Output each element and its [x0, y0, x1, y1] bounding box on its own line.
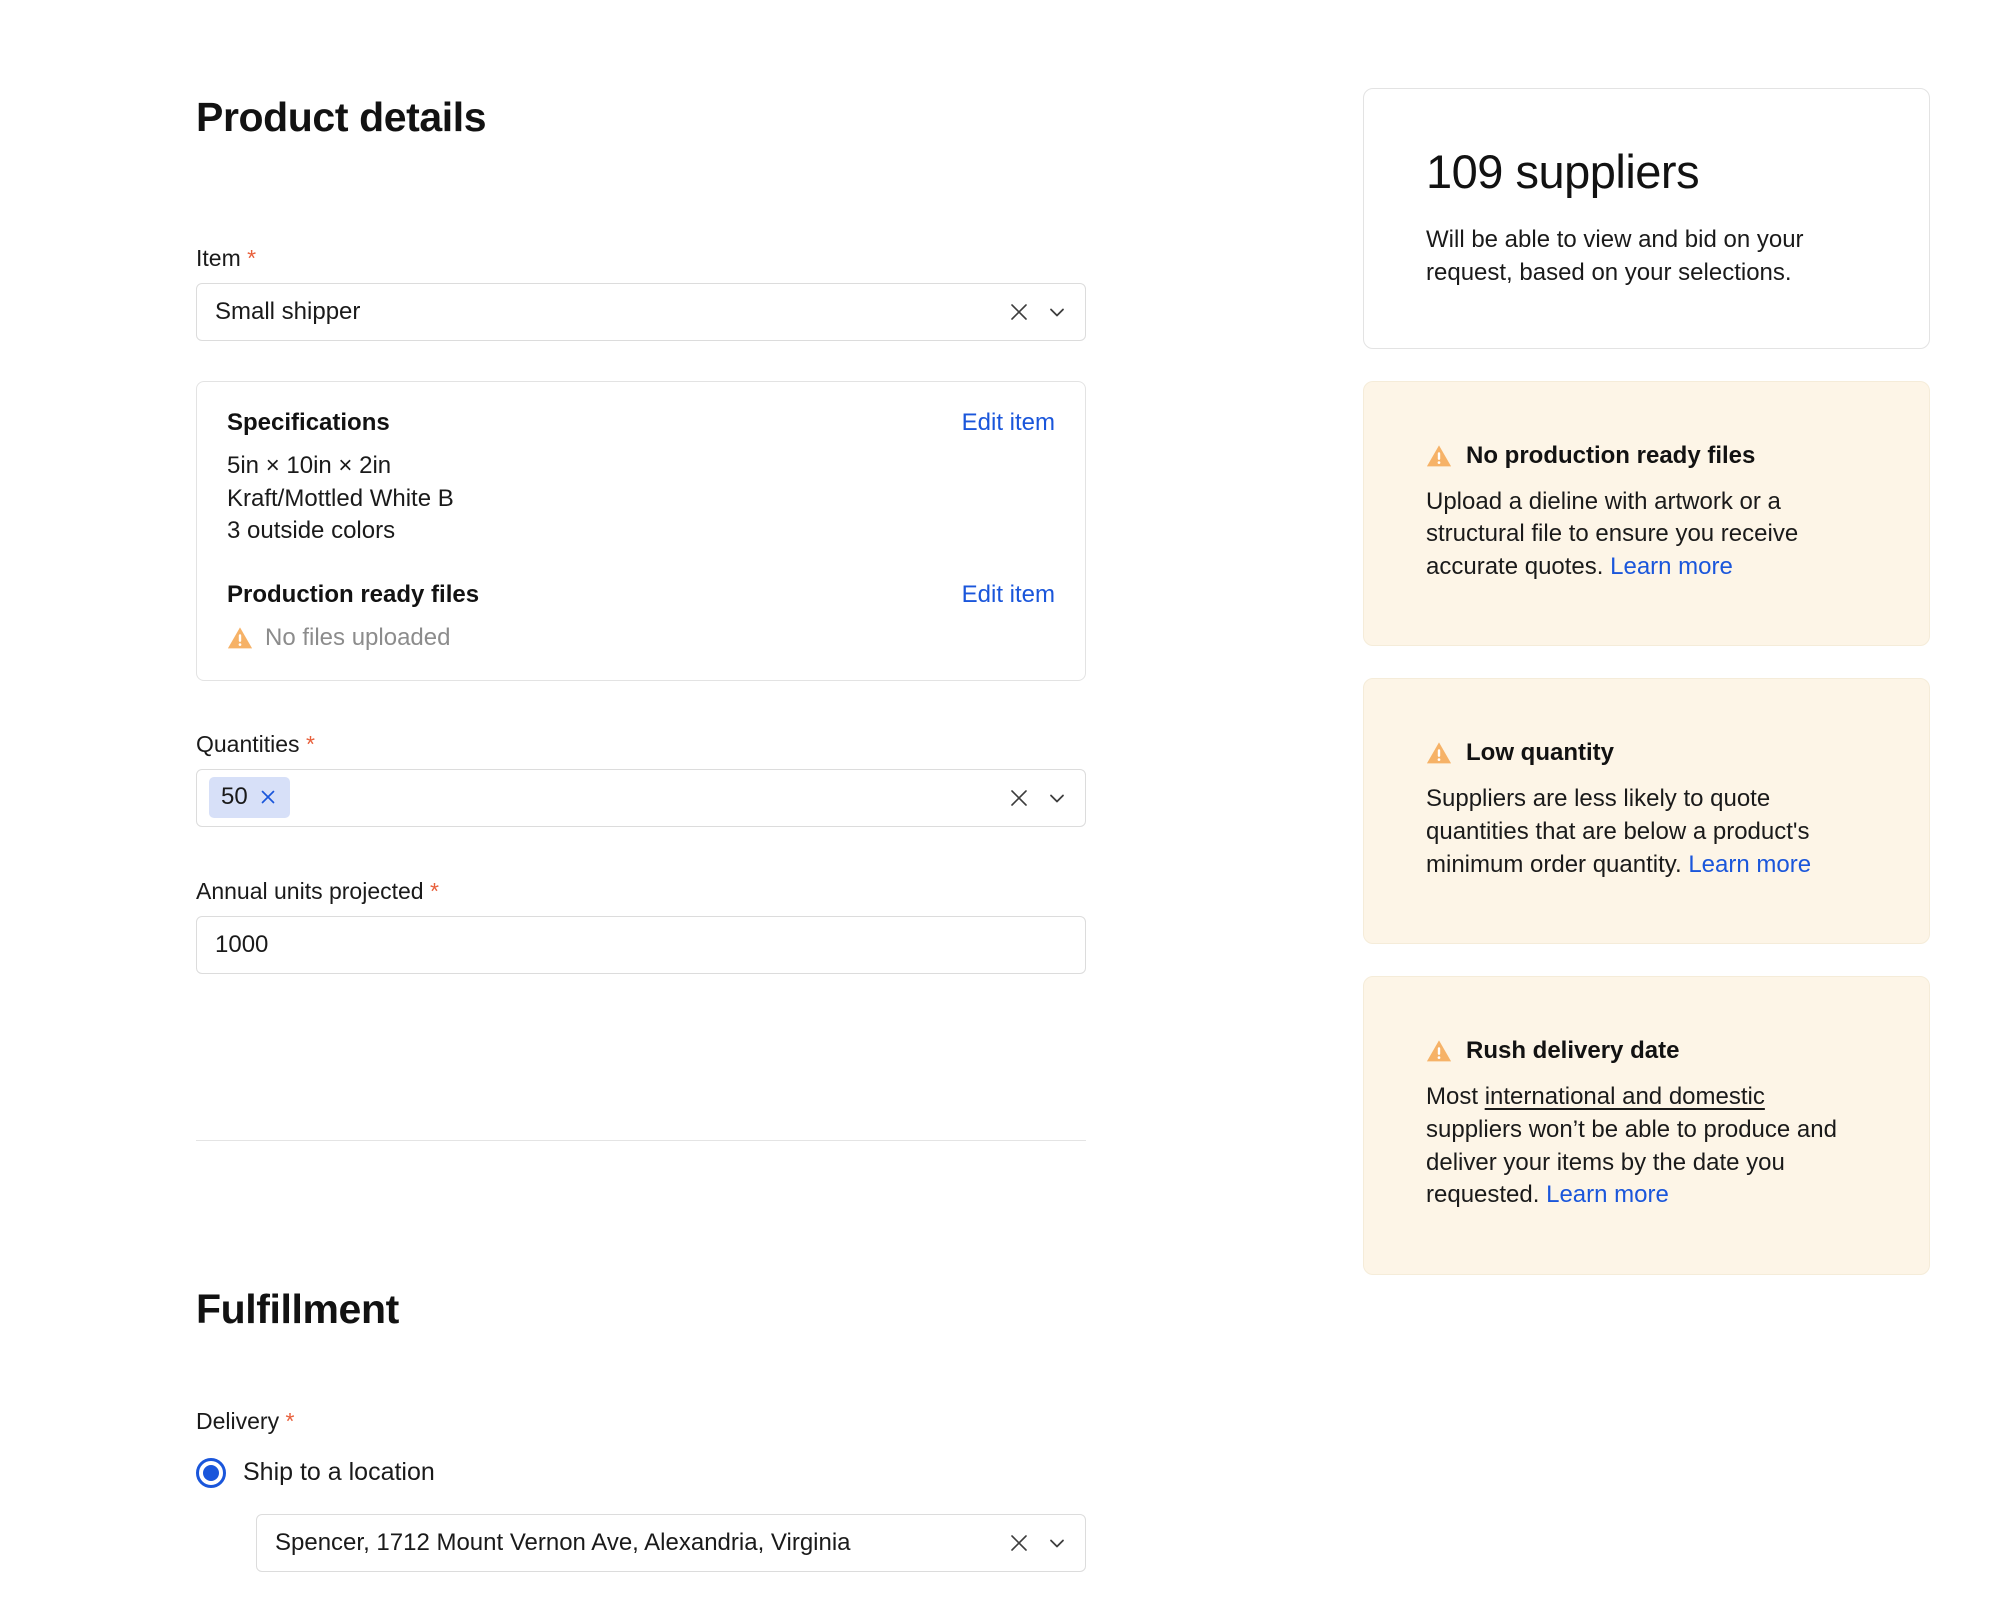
annual-units-field-group: Annual units projected * 1000: [196, 878, 1086, 974]
warning-body: Suppliers are less likely to quote quant…: [1426, 783, 1867, 881]
quantities-multiselect[interactable]: 50: [196, 768, 1086, 827]
quantities-required-marker: *: [305, 731, 315, 757]
item-label: Item *: [196, 245, 1086, 273]
annual-units-value: 1000: [215, 930, 269, 958]
fulfillment-heading: Fulfillment: [196, 1286, 399, 1332]
annual-units-required-marker: *: [430, 878, 439, 904]
no-files-status: No files uploaded: [227, 624, 1055, 652]
radio-selected-icon[interactable]: [196, 1457, 226, 1488]
warning-body-lead: Most: [1426, 1083, 1485, 1111]
warning-card-no-production-files: No production ready files Upload a dieli…: [1363, 380, 1930, 647]
item-select[interactable]: Small shipper: [196, 282, 1086, 341]
item-select-adornments: [1007, 284, 1069, 340]
supplier-count-description: Will be able to view and bid on your req…: [1426, 226, 1804, 286]
delivery-field-group: Delivery * Ship to a location Spencer, 1…: [196, 1408, 1086, 1572]
section-divider: [196, 1140, 1086, 1141]
learn-more-link[interactable]: Learn more: [1610, 553, 1733, 580]
edit-item-specifications-link[interactable]: Edit item: [962, 408, 1055, 438]
warning-triangle-icon: [1426, 740, 1452, 766]
delivery-option-label: Ship to a location: [243, 1458, 435, 1487]
specifications-row: Specifications Edit item: [227, 408, 1055, 438]
warning-card-low-quantity: Low quantity Suppliers are less likely t…: [1363, 678, 1930, 945]
spec-card-spacer: [227, 548, 1055, 580]
item-label-text: Item: [196, 245, 241, 271]
warning-triangle-icon: [1426, 443, 1452, 469]
warning-triangle-icon: [227, 625, 253, 651]
specification-lines: 5in × 10in × 2in Kraft/Mottled White B 3…: [227, 450, 1055, 548]
item-field-group: Item * Small shipper: [196, 245, 1086, 341]
close-x-icon[interactable]: [1007, 786, 1031, 810]
quantities-field-group: Quantities * 50: [196, 731, 1086, 827]
delivery-label: Delivery *: [196, 1408, 1086, 1436]
warning-title-text: No production ready files: [1466, 441, 1756, 469]
delivery-label-text: Delivery: [196, 1408, 280, 1434]
shipping-location-value: Spencer, 1712 Mount Vernon Ave, Alexandr…: [275, 1528, 851, 1556]
delivery-option-ship-to-location[interactable]: Ship to a location: [196, 1457, 1086, 1488]
warning-title-row: No production ready files: [1426, 442, 1867, 470]
production-files-row: Production ready files Edit item: [227, 580, 1055, 610]
specifications-heading: Specifications: [227, 409, 390, 436]
item-required-marker: *: [247, 245, 257, 271]
quantities-adornments: [1007, 770, 1069, 826]
spec-line-material: Kraft/Mottled White B: [227, 484, 454, 512]
shipping-location-select[interactable]: Spencer, 1712 Mount Vernon Ave, Alexandr…: [256, 1513, 1086, 1572]
close-x-icon[interactable]: [1007, 1531, 1031, 1555]
edit-item-production-files-link[interactable]: Edit item: [962, 580, 1055, 610]
product-details-heading: Product details: [196, 94, 487, 140]
production-files-heading: Production ready files: [227, 580, 480, 608]
sidebar-column: 109 suppliers Will be able to view and b…: [1363, 88, 1930, 1275]
warning-title-text: Rush delivery date: [1466, 1037, 1680, 1065]
warning-triangle-icon: [1426, 1038, 1452, 1064]
supplier-count-value: 109 suppliers: [1426, 145, 1700, 198]
quantity-chip-value: 50: [221, 783, 248, 811]
warning-card-rush-delivery-date: Rush delivery date Most international an…: [1363, 976, 1930, 1275]
quantities-label-text: Quantities: [196, 731, 300, 757]
learn-more-link[interactable]: Learn more: [1546, 1181, 1669, 1208]
warning-body: Most international and domestic supplier…: [1426, 1081, 1867, 1212]
specifications-card: Specifications Edit item 5in × 10in × 2i…: [196, 381, 1086, 681]
quantities-label: Quantities *: [196, 731, 1086, 759]
supplier-type-tooltip-link[interactable]: international and domestic: [1485, 1083, 1765, 1110]
supplier-count-card: 109 suppliers Will be able to view and b…: [1363, 88, 1930, 349]
warning-title-row: Low quantity: [1426, 739, 1867, 767]
warning-title-text: Low quantity: [1466, 739, 1614, 767]
learn-more-link[interactable]: Learn more: [1688, 851, 1811, 878]
annual-units-label: Annual units projected *: [196, 878, 1086, 906]
no-files-text: No files uploaded: [265, 623, 451, 651]
request-form-page: Product details Item * Small shipper Spe…: [0, 0, 1992, 1620]
chevron-down-icon[interactable]: [1045, 300, 1069, 324]
annual-units-input[interactable]: 1000: [196, 915, 1086, 974]
shipping-location-adornments: [1007, 1515, 1069, 1571]
chevron-down-icon[interactable]: [1045, 786, 1069, 810]
item-selected-value: Small shipper: [215, 297, 361, 325]
spec-line-colors: 3 outside colors: [227, 517, 396, 545]
close-x-icon[interactable]: [258, 787, 278, 807]
chevron-down-icon[interactable]: [1045, 1531, 1069, 1555]
annual-units-label-text: Annual units projected: [196, 878, 424, 904]
warning-title-row: Rush delivery date: [1426, 1037, 1867, 1065]
spec-line-dimensions: 5in × 10in × 2in: [227, 452, 392, 479]
warning-body: Upload a dieline with artwork or a struc…: [1426, 486, 1867, 584]
delivery-required-marker: *: [285, 1408, 295, 1434]
quantity-chip[interactable]: 50: [209, 777, 290, 819]
close-x-icon[interactable]: [1007, 300, 1031, 324]
